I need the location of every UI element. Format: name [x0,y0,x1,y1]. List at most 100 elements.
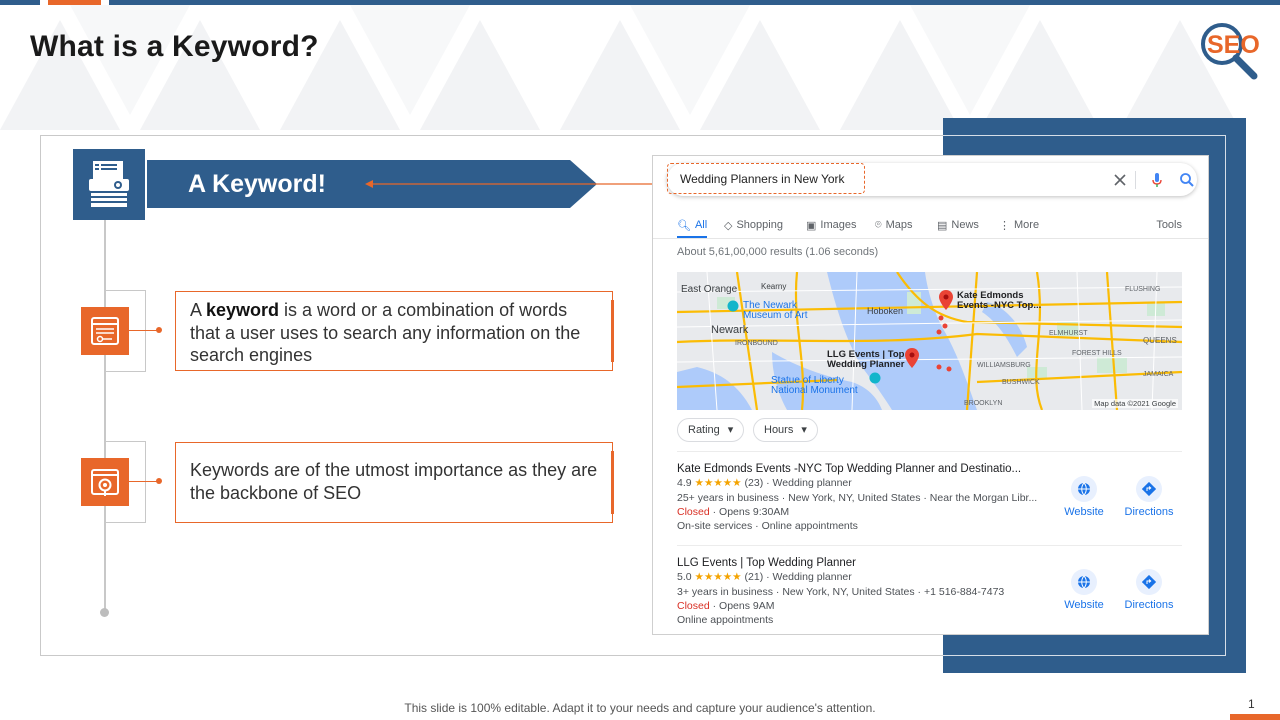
search-query[interactable]: Wedding Planners in New York [667,163,865,194]
map-label: QUEENS [1143,336,1177,345]
map-label: Kate Edmonds Events -NYC Top... [957,290,1042,311]
monument-poi-icon [869,372,881,384]
tabs-divider [653,238,1208,239]
business-listing[interactable]: LLG Events | Top Wedding Planner 5.0 ★★★… [677,556,1057,627]
card-connector-dot [156,478,162,484]
map-pin-icon[interactable] [905,348,919,368]
image-icon: ▣ [806,219,817,232]
map-label: WILLIAMSBURG [977,362,1031,369]
star-rating-icon: ★★★★★ [694,571,742,584]
top-bar-gap [40,0,48,5]
tab-news[interactable]: ▤ News [937,214,979,236]
business-services: On-site services · Online appointments [677,520,858,533]
page-accent-bar [1230,714,1280,720]
search-bar[interactable]: Wedding Planners in New York [667,163,1197,196]
tab-images[interactable]: ▣ Images [806,214,856,236]
website-label: Website [1064,506,1104,518]
directions-icon [1136,569,1162,595]
website-button[interactable]: Website [1054,476,1114,518]
museum-poi-icon [727,300,739,312]
definition-keyword-bold: keyword [206,300,280,320]
tab-label: More [1014,219,1040,231]
definition-text-lead: A [190,300,207,320]
tab-shopping[interactable]: ◇ Shopping [724,214,783,236]
business-hours: Closed · Opens 9:30AM [677,505,1057,519]
tab-label: Shopping [736,219,783,231]
directions-button[interactable]: Directions [1119,476,1179,518]
background-pattern [0,5,1240,130]
results-count: About 5,61,00,000 results (1.06 seconds) [677,246,879,258]
card-accent-bar [611,451,614,514]
top-accent-bar [0,0,1280,5]
chip-label: Rating [688,424,720,436]
map-label: Kearny [761,282,787,291]
tab-maps[interactable]: ⌾ Maps [875,214,913,236]
business-name[interactable]: LLG Events | Top Wedding Planner [677,556,1057,570]
business-rating-line: 4.9 ★★★★★ (23) · Wedding planner [677,476,1057,490]
review-count: (23) [744,477,764,490]
directions-label: Directions [1124,506,1174,518]
tag-icon: ◇ [724,219,733,232]
review-count: (21) [744,571,764,584]
directions-icon [1136,476,1162,502]
opening-time: · Opens 9:30AM [712,505,790,518]
map-label: IRONBOUND [735,340,778,347]
definition-card: A keyword is a word or a combination of … [175,291,614,371]
keyword-icon-box [73,149,145,220]
clear-icon[interactable] [1111,171,1129,189]
importance-text: Keywords are of the utmost importance as… [190,460,598,503]
tab-more[interactable]: ⋮ More [999,214,1039,236]
card-accent-bar [611,300,614,362]
arrow-connector [365,180,655,188]
rating-filter-chip[interactable]: Rating ▾ [677,418,745,442]
more-dots-icon: ⋮ [999,219,1010,232]
closed-status: Closed [677,505,710,518]
map-label: JAMAICA [1143,371,1174,378]
map-label: BROOKLYN [964,400,1003,407]
directions-label: Directions [1124,599,1174,611]
tab-all[interactable]: 🔍︎ All [677,214,708,238]
search-tabs: 🔍︎ All ◇ Shopping ▣ Images ⌾ Maps ▤ News ⋮ Mor… [677,214,1182,238]
map-pin-icon[interactable] [939,290,953,310]
timeline-end-dot [100,608,109,617]
seo-logo-text: SEO [1207,31,1260,59]
hours-filter-chip[interactable]: Hours ▾ [753,418,818,442]
globe-icon [1071,569,1097,595]
business-listing[interactable]: Kate Edmonds Events -NYC Top Wedding Pla… [677,462,1057,533]
results-divider [677,545,1182,546]
tools-button[interactable]: Tools [1156,214,1182,236]
map-result-dots [936,315,952,372]
page-number: 1 [1248,697,1255,711]
card-icon-box [81,307,129,355]
search-icon[interactable] [1178,171,1196,189]
map-label: FLUSHING [1125,286,1161,293]
business-category: · Wedding planner [766,477,852,490]
microphone-icon[interactable] [1148,171,1166,189]
business-hours: Closed · Opens 9AM [677,599,1057,613]
slide-title: What is a Keyword? [30,30,319,63]
business-details: 3+ years in business · New York, NY, Uni… [677,585,1005,598]
document-key-icon [91,317,119,345]
website-button[interactable]: Website [1054,569,1114,611]
search-divider [1135,171,1136,189]
results-divider [677,451,1182,452]
business-category: · Wedding planner [766,571,852,584]
business-name[interactable]: Kate Edmonds Events -NYC Top Wedding Pla… [677,462,1057,476]
business-details: 25+ years in business · New York, NY, Un… [677,491,1038,504]
globe-icon [1071,476,1097,502]
news-icon: ▤ [937,219,948,232]
map-label: East Orange [681,284,738,295]
definition-text: A keyword is a word or a combination of … [176,292,612,367]
card-connector-dot [156,327,162,333]
local-map[interactable]: East Orange Kearny The Newark Museum of … [677,272,1182,410]
rating-value: 4.9 [677,477,692,490]
caret-down-icon: ▾ [801,424,807,436]
map-label: Hoboken [867,306,904,316]
keyword-banner-label: A Keyword! [188,170,326,198]
search-tab-icon: 🔍︎ [677,219,691,232]
map-label: Statue of Liberty National Monument [771,375,858,396]
opening-time: · Opens 9AM [712,599,775,612]
directions-button[interactable]: Directions [1119,569,1179,611]
map-label: FOREST HILLS [1072,350,1122,357]
business-services: Online appointments [677,614,774,627]
